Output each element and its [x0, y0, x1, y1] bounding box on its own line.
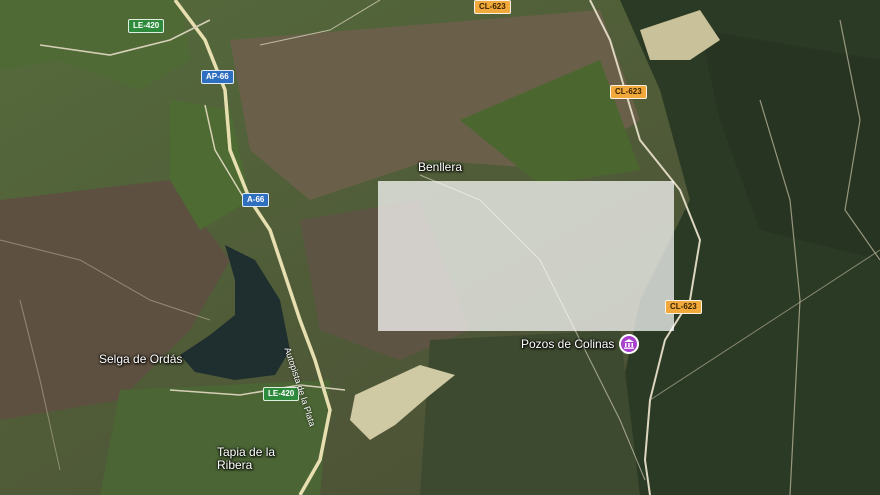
satellite-map[interactable]: LE-420 AP-66 A-66 CL-623 CL-623 CL-623 L… [0, 0, 880, 495]
road-shield-le420: LE-420 [263, 387, 300, 401]
place-label-tapia[interactable]: Tapia de la Ribera [217, 446, 287, 472]
road-shield-ap66: AP-66 [201, 70, 234, 84]
road-shield-a66: A-66 [242, 193, 270, 207]
place-label-benllera[interactable]: Benllera [418, 160, 462, 174]
road-shield-cl623: CL-623 [474, 0, 511, 14]
road-shield-cl623: CL-623 [665, 300, 702, 314]
poi-marker[interactable]: Pozos de Colinas [521, 334, 640, 354]
museum-icon[interactable] [619, 334, 640, 354]
road-shield-le420: LE-420 [128, 19, 165, 33]
place-label-selga[interactable]: Selga de Ordás [99, 352, 182, 366]
highlight-rectangle [378, 181, 674, 331]
road-shield-cl623: CL-623 [610, 85, 647, 99]
poi-label[interactable]: Pozos de Colinas [521, 337, 614, 351]
